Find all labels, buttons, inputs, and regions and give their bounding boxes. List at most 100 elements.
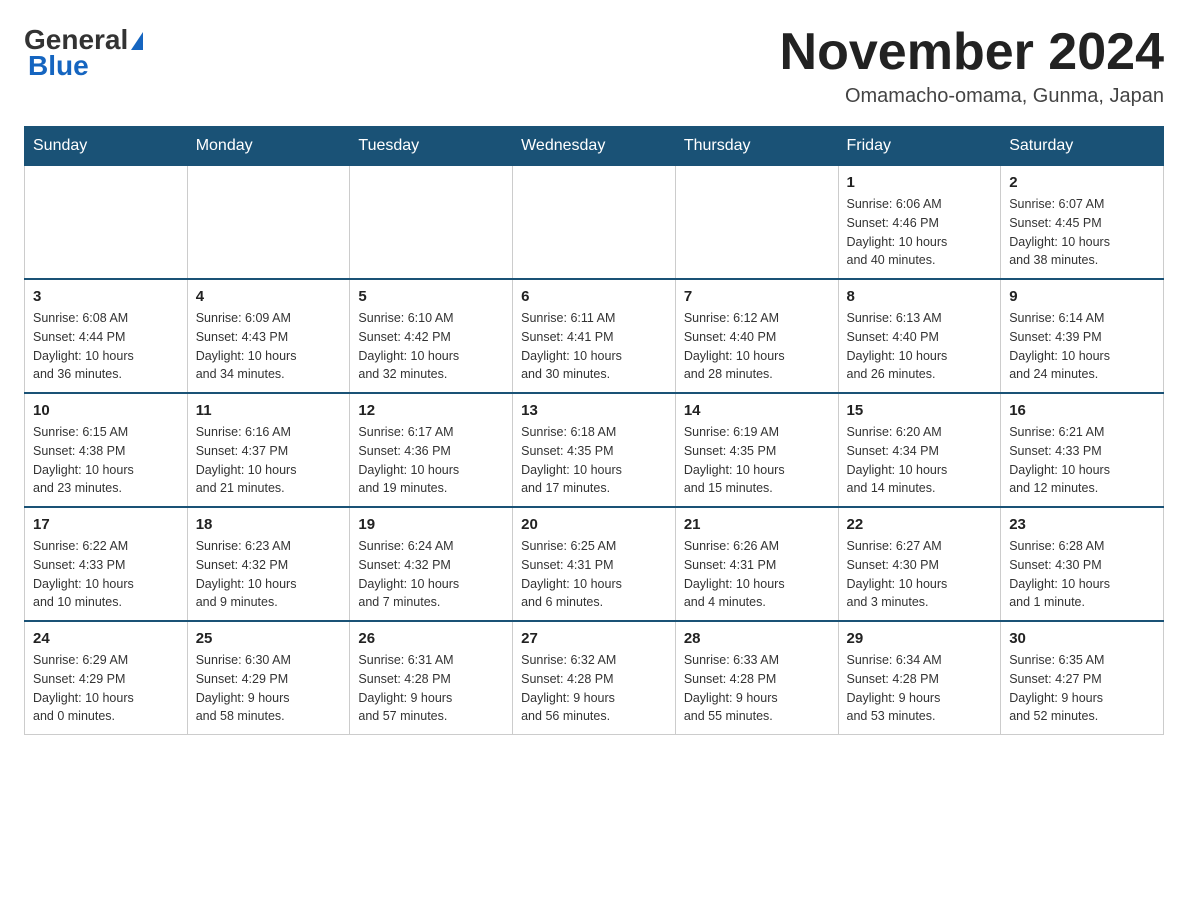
day-info: Sunrise: 6:17 AM Sunset: 4:36 PM Dayligh… — [358, 423, 504, 498]
calendar-cell: 12 Sunrise: 6:17 AM Sunset: 4:36 PM Dayli… — [350, 393, 513, 507]
week-row-5: 24 Sunrise: 6:29 AM Sunset: 4:29 PM Dayli… — [25, 621, 1164, 735]
week-row-4: 17Sunrise: 6:22 AM Sunset: 4:33 PM Dayli… — [25, 507, 1164, 621]
day-number: 8 — [847, 288, 993, 305]
day-info: Sunrise: 6:32 AM Sunset: 4:28 PM Dayligh… — [521, 651, 667, 726]
week-row-1: 1 Sunrise: 6:06 AM Sunset: 4:46 PM Daylig… — [25, 166, 1164, 280]
day-info: Sunrise: 6:29 AM Sunset: 4:29 PM Dayligh… — [33, 651, 179, 726]
day-info: Sunrise: 6:11 AM Sunset: 4:41 PM Dayligh… — [521, 309, 667, 384]
day-info: Sunrise: 6:08 AM Sunset: 4:44 PM Dayligh… — [33, 309, 179, 384]
calendar-cell: 2 Sunrise: 6:07 AM Sunset: 4:45 PM Daylig… — [1001, 166, 1164, 280]
title-area: November 2024 Omamacho-omama, Gunma, Jap… — [780, 24, 1164, 108]
calendar-cell: 11 Sunrise: 6:16 AM Sunset: 4:37 PM Dayli… — [187, 393, 350, 507]
month-title: November 2024 — [780, 24, 1164, 81]
day-number: 28 — [684, 630, 830, 647]
calendar-cell: 23 Sunrise: 6:28 AM Sunset: 4:30 PM Dayli… — [1001, 507, 1164, 621]
day-number: 22 — [847, 516, 993, 533]
calendar-cell — [25, 166, 188, 280]
day-number: 13 — [521, 402, 667, 419]
calendar-cell: 1 Sunrise: 6:06 AM Sunset: 4:46 PM Daylig… — [838, 166, 1001, 280]
calendar-cell: 22 Sunrise: 6:27 AM Sunset: 4:30 PM Dayli… — [838, 507, 1001, 621]
day-number: 6 — [521, 288, 667, 305]
day-header-saturday: Saturday — [1001, 127, 1164, 166]
day-info: Sunrise: 6:30 AM Sunset: 4:29 PM Dayligh… — [196, 651, 342, 726]
day-number: 4 — [196, 288, 342, 305]
day-number: 25 — [196, 630, 342, 647]
day-number: 27 — [521, 630, 667, 647]
day-info: Sunrise: 6:20 AM Sunset: 4:34 PM Dayligh… — [847, 423, 993, 498]
day-info: Sunrise: 6:33 AM Sunset: 4:28 PM Dayligh… — [684, 651, 830, 726]
day-number: 26 — [358, 630, 504, 647]
day-info: Sunrise: 6:21 AM Sunset: 4:33 PM Dayligh… — [1009, 423, 1155, 498]
calendar-cell: 21 Sunrise: 6:26 AM Sunset: 4:31 PM Dayli… — [675, 507, 838, 621]
calendar-cell: 3 Sunrise: 6:08 AM Sunset: 4:44 PM Daylig… — [25, 279, 188, 393]
day-number: 1 — [847, 174, 993, 191]
week-row-2: 3 Sunrise: 6:08 AM Sunset: 4:44 PM Daylig… — [25, 279, 1164, 393]
day-number: 16 — [1009, 402, 1155, 419]
day-info: Sunrise: 6:23 AM Sunset: 4:32 PM Dayligh… — [196, 537, 342, 612]
day-number: 21 — [684, 516, 830, 533]
day-number: 7 — [684, 288, 830, 305]
calendar-cell: 4 Sunrise: 6:09 AM Sunset: 4:43 PM Daylig… — [187, 279, 350, 393]
day-header-tuesday: Tuesday — [350, 127, 513, 166]
calendar-cell: 9 Sunrise: 6:14 AM Sunset: 4:39 PM Daylig… — [1001, 279, 1164, 393]
day-number: 24 — [33, 630, 179, 647]
day-header-row: SundayMondayTuesdayWednesdayThursdayFrid… — [25, 127, 1164, 166]
day-info: Sunrise: 6:07 AM Sunset: 4:45 PM Dayligh… — [1009, 195, 1155, 270]
logo: General Blue — [24, 24, 143, 82]
calendar-cell: 28 Sunrise: 6:33 AM Sunset: 4:28 PM Dayli… — [675, 621, 838, 735]
calendar-cell: 6 Sunrise: 6:11 AM Sunset: 4:41 PM Daylig… — [513, 279, 676, 393]
day-number: 23 — [1009, 516, 1155, 533]
day-info: Sunrise: 6:09 AM Sunset: 4:43 PM Dayligh… — [196, 309, 342, 384]
calendar-cell: 27 Sunrise: 6:32 AM Sunset: 4:28 PM Dayli… — [513, 621, 676, 735]
calendar-table: SundayMondayTuesdayWednesdayThursdayFrid… — [24, 126, 1164, 735]
day-number: 19 — [358, 516, 504, 533]
location-text: Omamacho-omama, Gunma, Japan — [780, 85, 1164, 108]
logo-triangle-icon — [131, 32, 143, 50]
calendar-cell: 8 Sunrise: 6:13 AM Sunset: 4:40 PM Daylig… — [838, 279, 1001, 393]
day-info: Sunrise: 6:35 AM Sunset: 4:27 PM Dayligh… — [1009, 651, 1155, 726]
day-number: 9 — [1009, 288, 1155, 305]
day-info: Sunrise: 6:34 AM Sunset: 4:28 PM Dayligh… — [847, 651, 993, 726]
day-header-thursday: Thursday — [675, 127, 838, 166]
calendar-cell: 16 Sunrise: 6:21 AM Sunset: 4:33 PM Dayli… — [1001, 393, 1164, 507]
calendar-cell: 17Sunrise: 6:22 AM Sunset: 4:33 PM Dayli… — [25, 507, 188, 621]
day-number: 11 — [196, 402, 342, 419]
calendar-cell — [513, 166, 676, 280]
calendar-cell — [675, 166, 838, 280]
page-header: General Blue November 2024 Omamacho-omam… — [24, 24, 1164, 108]
day-header-wednesday: Wednesday — [513, 127, 676, 166]
day-number: 14 — [684, 402, 830, 419]
calendar-cell: 10Sunrise: 6:15 AM Sunset: 4:38 PM Dayli… — [25, 393, 188, 507]
day-info: Sunrise: 6:14 AM Sunset: 4:39 PM Dayligh… — [1009, 309, 1155, 384]
day-number: 12 — [358, 402, 504, 419]
day-info: Sunrise: 6:24 AM Sunset: 4:32 PM Dayligh… — [358, 537, 504, 612]
day-header-sunday: Sunday — [25, 127, 188, 166]
calendar-cell: 18Sunrise: 6:23 AM Sunset: 4:32 PM Dayli… — [187, 507, 350, 621]
calendar-cell: 13 Sunrise: 6:18 AM Sunset: 4:35 PM Dayli… — [513, 393, 676, 507]
calendar-cell: 26 Sunrise: 6:31 AM Sunset: 4:28 PM Dayli… — [350, 621, 513, 735]
calendar-cell: 14Sunrise: 6:19 AM Sunset: 4:35 PM Dayli… — [675, 393, 838, 507]
day-info: Sunrise: 6:18 AM Sunset: 4:35 PM Dayligh… — [521, 423, 667, 498]
day-info: Sunrise: 6:27 AM Sunset: 4:30 PM Dayligh… — [847, 537, 993, 612]
day-info: Sunrise: 6:28 AM Sunset: 4:30 PM Dayligh… — [1009, 537, 1155, 612]
day-info: Sunrise: 6:13 AM Sunset: 4:40 PM Dayligh… — [847, 309, 993, 384]
day-header-friday: Friday — [838, 127, 1001, 166]
day-number: 5 — [358, 288, 504, 305]
day-number: 3 — [33, 288, 179, 305]
day-info: Sunrise: 6:25 AM Sunset: 4:31 PM Dayligh… — [521, 537, 667, 612]
calendar-cell: 19 Sunrise: 6:24 AM Sunset: 4:32 PM Dayli… — [350, 507, 513, 621]
day-info: Sunrise: 6:12 AM Sunset: 4:40 PM Dayligh… — [684, 309, 830, 384]
day-info: Sunrise: 6:31 AM Sunset: 4:28 PM Dayligh… — [358, 651, 504, 726]
day-info: Sunrise: 6:06 AM Sunset: 4:46 PM Dayligh… — [847, 195, 993, 270]
calendar-cell — [350, 166, 513, 280]
calendar-cell: 5Sunrise: 6:10 AM Sunset: 4:42 PM Daylig… — [350, 279, 513, 393]
day-number: 29 — [847, 630, 993, 647]
day-info: Sunrise: 6:15 AM Sunset: 4:38 PM Dayligh… — [33, 423, 179, 498]
day-number: 20 — [521, 516, 667, 533]
calendar-cell: 15Sunrise: 6:20 AM Sunset: 4:34 PM Dayli… — [838, 393, 1001, 507]
calendar-cell: 29 Sunrise: 6:34 AM Sunset: 4:28 PM Dayli… — [838, 621, 1001, 735]
day-number: 2 — [1009, 174, 1155, 191]
day-info: Sunrise: 6:16 AM Sunset: 4:37 PM Dayligh… — [196, 423, 342, 498]
day-info: Sunrise: 6:26 AM Sunset: 4:31 PM Dayligh… — [684, 537, 830, 612]
day-header-monday: Monday — [187, 127, 350, 166]
